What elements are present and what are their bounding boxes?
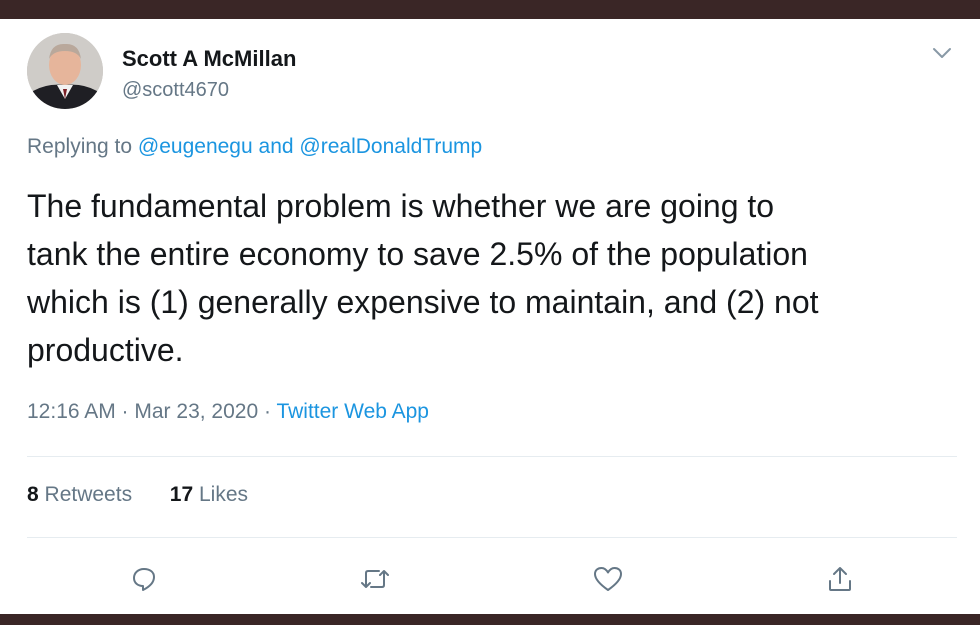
author-name[interactable]: Scott A McMillan: [122, 46, 296, 72]
divider: [27, 537, 957, 538]
tweet-meta: 12:16 AM · Mar 23, 2020 · Twitter Web Ap…: [27, 400, 429, 424]
chevron-down-icon[interactable]: [928, 43, 956, 63]
divider: [27, 456, 957, 457]
meta-separator: ·: [263, 400, 271, 423]
avatar[interactable]: [27, 33, 103, 109]
retweet-icon[interactable]: [358, 562, 392, 596]
replying-prefix: Replying to: [27, 135, 133, 158]
likes-label: Likes: [198, 483, 248, 506]
replying-to: Replying to @eugenegu and @realDonaldTru…: [27, 135, 482, 159]
heart-icon[interactable]: [591, 562, 625, 596]
reply-handle-link[interactable]: @eugenegu: [138, 135, 253, 158]
retweets-count: 8: [27, 483, 39, 506]
retweets-stat[interactable]: 8 Retweets: [27, 483, 132, 506]
likes-count: 17: [169, 483, 194, 506]
share-icon[interactable]: [823, 562, 857, 596]
timestamp[interactable]: 12:16 AM · Mar 23, 2020: [27, 400, 258, 423]
source-app-link[interactable]: Twitter Web App: [276, 400, 429, 423]
reply-and-text: and: [258, 135, 294, 158]
retweets-label: Retweets: [44, 483, 133, 506]
reply-handle-link[interactable]: @realDonaldTrump: [299, 135, 482, 158]
tweet-card: Scott A McMillan @scott4670 Replying to …: [0, 19, 980, 614]
tweet-text: The fundamental problem is whether we ar…: [27, 188, 819, 368]
engagement-stats: 8 Retweets 17 Likes: [27, 483, 248, 507]
reply-icon[interactable]: [127, 562, 161, 596]
author-handle[interactable]: @scott4670: [122, 79, 229, 102]
likes-stat[interactable]: 17 Likes: [170, 483, 248, 506]
